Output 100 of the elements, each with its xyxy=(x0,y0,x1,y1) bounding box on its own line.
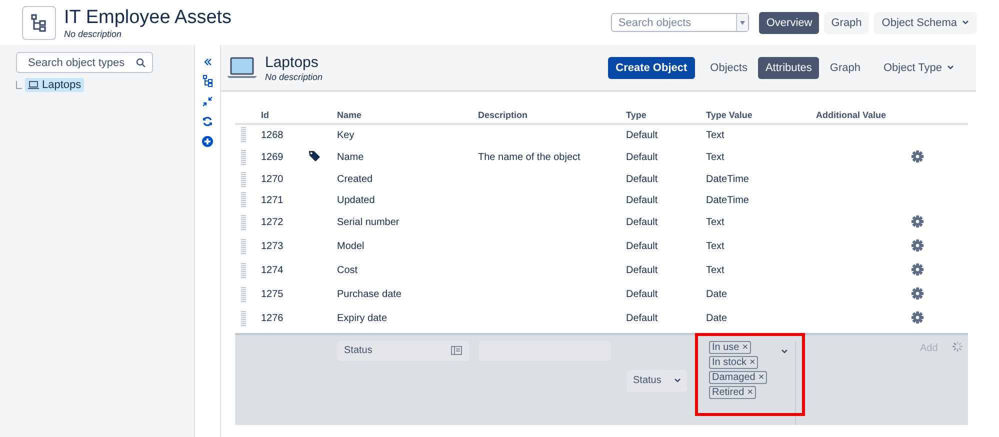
table-cell-text: DateTime xyxy=(706,174,750,186)
object-type-tab[interactable]: Attributes xyxy=(758,56,819,78)
schema-logo-icon xyxy=(22,6,56,40)
table-cell-text: Date xyxy=(706,289,728,300)
table-cell-text: 1270 xyxy=(261,174,284,186)
hierarchy-icon[interactable] xyxy=(202,75,212,87)
drag-handle[interactable] xyxy=(241,192,246,208)
table-cell-text: 1273 xyxy=(261,241,284,252)
table-cell-text: Text xyxy=(706,130,726,141)
table-cell-text: Model xyxy=(337,241,366,252)
loading-spinner-icon xyxy=(952,340,963,352)
add-circle-icon[interactable] xyxy=(202,136,213,147)
remove-tag-icon[interactable]: × xyxy=(747,386,754,398)
table-cell-text: 1274 xyxy=(261,265,284,276)
table-cell-text: Name xyxy=(337,152,365,163)
view-tab[interactable]: Overview xyxy=(759,12,820,34)
remove-tag-icon[interactable]: × xyxy=(749,356,756,368)
schema-title: IT Employee Assets xyxy=(64,6,232,28)
table-cell-text: Created xyxy=(337,174,374,186)
chevron-down-icon xyxy=(674,378,681,383)
search-object-types-field[interactable]: Search object types xyxy=(26,56,136,70)
table-cell-text: The name of the object xyxy=(478,152,582,163)
type-select[interactable]: Status xyxy=(627,370,687,392)
gear-icon[interactable] xyxy=(911,238,924,252)
table-cell-text: Default xyxy=(626,152,659,163)
search-objects-field[interactable]: Search objects xyxy=(612,16,736,28)
table-cell-text: 1268 xyxy=(261,130,284,141)
object-type-description: No description xyxy=(265,72,323,82)
laptop-icon xyxy=(227,56,257,78)
object-type-tab[interactable]: Objects xyxy=(703,56,754,78)
column-header: Id xyxy=(261,110,270,120)
dropdown-arrow-icon[interactable] xyxy=(740,20,746,24)
table-cell-text: 1271 xyxy=(261,194,284,206)
value-tag: In stock × xyxy=(709,356,758,368)
drag-handle[interactable] xyxy=(241,172,246,188)
chevron-down-icon xyxy=(781,348,788,354)
schema-description: No description xyxy=(64,28,123,38)
table-cell-text: Default xyxy=(626,130,659,141)
search-object-types-box[interactable]: Search object types xyxy=(16,52,153,73)
table-cell-text: Date xyxy=(706,313,728,324)
list-icon xyxy=(451,346,462,355)
table-cell-text: Serial number xyxy=(337,217,400,228)
table-cell-text: Default xyxy=(626,174,659,186)
drag-handle[interactable] xyxy=(241,150,246,166)
gear-icon[interactable] xyxy=(911,310,924,324)
table-cell-text: Purchase date xyxy=(337,289,402,300)
column-header: Additional Value xyxy=(816,110,888,120)
table-cell-text: Expiry date xyxy=(337,313,388,324)
table-cell-text: Text xyxy=(706,152,726,163)
table-cell-text: 1275 xyxy=(261,289,284,300)
refresh-icon[interactable] xyxy=(202,116,213,127)
table-cell-text: Updated xyxy=(337,194,376,206)
table-cell-text: Default xyxy=(626,241,659,252)
table-cell-text: Key xyxy=(337,130,356,141)
collapse-arrows-icon[interactable] xyxy=(202,96,213,107)
drag-handle[interactable] xyxy=(241,127,246,144)
table-cell-text: Default xyxy=(626,265,659,276)
search-icon[interactable] xyxy=(136,58,146,68)
create-object-button[interactable]: Create Object xyxy=(608,56,696,78)
table-cell-text: Text xyxy=(706,217,726,228)
chevron-down-icon xyxy=(962,20,969,25)
chevron-down-icon xyxy=(947,65,954,70)
table-cell-text: Default xyxy=(626,289,659,300)
laptop-icon xyxy=(28,81,39,89)
value-tag: Retired × xyxy=(709,386,756,398)
value-tag: In use × xyxy=(709,340,752,354)
gear-icon[interactable] xyxy=(911,214,924,228)
view-tab[interactable]: Graph xyxy=(824,12,869,34)
object-type-tab[interactable]: Graph xyxy=(822,56,868,78)
drag-handle[interactable] xyxy=(241,238,246,254)
search-objects-box[interactable]: Search objects xyxy=(611,13,750,32)
type-value-select[interactable]: In use × In stock × Damaged × Retired × xyxy=(707,340,796,424)
column-header: Type Value xyxy=(706,110,754,120)
column-header: Type xyxy=(626,110,648,120)
drag-handle[interactable] xyxy=(241,262,246,278)
object-schema-menu[interactable]: Object Schema xyxy=(874,12,977,34)
collapse-sidebar-icon[interactable] xyxy=(204,58,212,66)
table-cell-text: DateTime xyxy=(706,194,750,206)
table-cell-text: Default xyxy=(626,194,659,206)
value-tag: Damaged × xyxy=(709,370,768,384)
tree-connector-icon xyxy=(16,81,22,89)
object-type-title: Laptops xyxy=(265,54,320,72)
table-cell-text: Text xyxy=(706,241,726,252)
table-cell-text: 1269 xyxy=(261,152,284,163)
attribute-name-field[interactable]: Status xyxy=(337,340,469,360)
table-cell-text: Default xyxy=(626,313,659,324)
table-cell-text: Default xyxy=(626,217,659,228)
drag-handle[interactable] xyxy=(241,214,246,230)
drag-handle[interactable] xyxy=(241,286,246,302)
gear-icon[interactable] xyxy=(911,286,924,300)
gear-icon[interactable] xyxy=(911,262,924,276)
remove-tag-icon[interactable]: × xyxy=(742,342,748,352)
column-header: Name xyxy=(337,110,363,120)
object-type-menu[interactable]: Object Type xyxy=(878,56,960,78)
drag-handle[interactable] xyxy=(241,310,246,326)
remove-tag-icon[interactable]: × xyxy=(758,372,764,382)
object-type-item[interactable]: Laptops xyxy=(25,78,84,92)
table-cell-text: Text xyxy=(706,265,726,276)
table-cell-text: Cost xyxy=(337,265,359,276)
gear-icon[interactable] xyxy=(911,150,924,162)
